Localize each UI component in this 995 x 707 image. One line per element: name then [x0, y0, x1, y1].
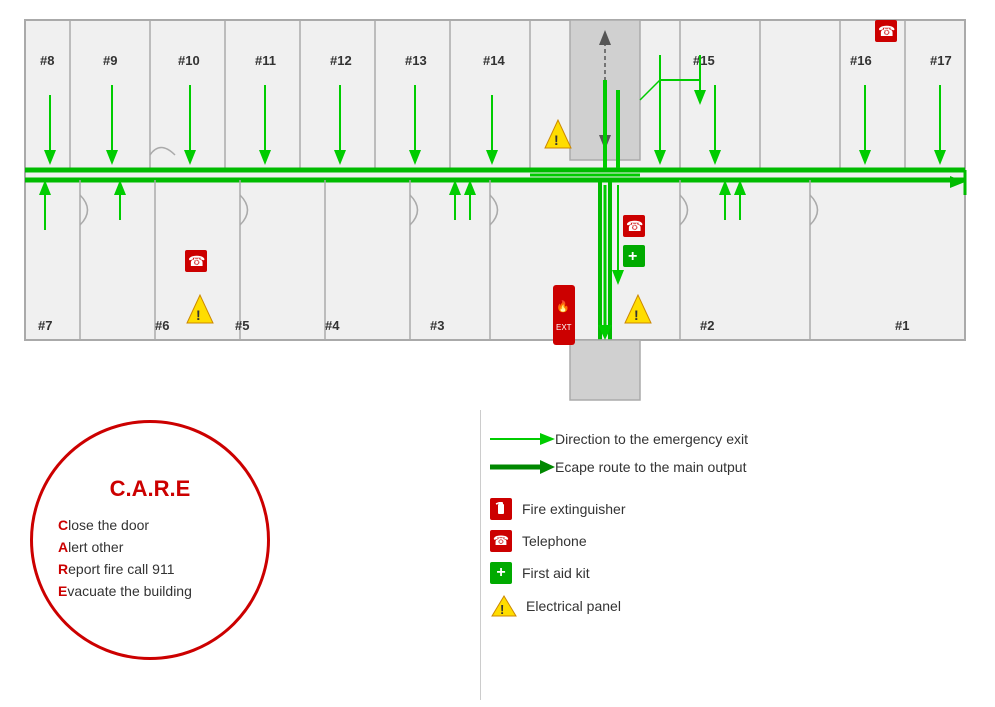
- svg-text:!: !: [554, 132, 559, 148]
- legend-area: Direction to the emergency exit Ecape ro…: [490, 430, 970, 628]
- care-text-e: vacuate the building: [67, 583, 192, 599]
- room-label-15: #15: [693, 53, 715, 68]
- legend-item-firstaid: + First aid kit: [490, 562, 970, 584]
- care-letter-r: R: [58, 561, 68, 577]
- telephone-icon: ☎: [490, 530, 512, 552]
- care-letter-c: C: [58, 517, 68, 533]
- room-label-11: #11: [255, 53, 276, 68]
- svg-text:!: !: [196, 307, 201, 323]
- svg-text:!: !: [634, 307, 639, 323]
- room-label-2: #2: [700, 318, 714, 333]
- room-label-3: #3: [430, 318, 444, 333]
- fire-extinguisher-icon: [490, 498, 512, 520]
- svg-text:☎: ☎: [188, 253, 205, 269]
- svg-text:EXT: EXT: [556, 323, 572, 332]
- legend-item-escape: Ecape route to the main output: [490, 458, 970, 476]
- legend-escape-text: Ecape route to the main output: [555, 459, 746, 475]
- room-label-7: #7: [38, 318, 52, 333]
- care-text-a: lert other: [68, 539, 123, 555]
- legend-item-electrical: ! Electrical panel: [490, 594, 970, 618]
- legend-item-telephone: ☎ Telephone: [490, 530, 970, 552]
- care-text-r: eport fire call 911: [68, 561, 174, 577]
- care-letter-a: A: [58, 539, 68, 555]
- room-label-4: #4: [325, 318, 340, 333]
- legend-firstaid-text: First aid kit: [522, 565, 590, 581]
- care-letter-e: E: [58, 583, 67, 599]
- room-label-8: #8: [40, 53, 54, 68]
- care-line-c: Close the door: [58, 517, 242, 533]
- room-label-6: #6: [155, 318, 169, 333]
- legend-electrical-text: Electrical panel: [526, 598, 621, 614]
- thick-arrow-icon: [490, 458, 555, 476]
- room-label-17: #17: [930, 53, 952, 68]
- svg-text:☎: ☎: [626, 218, 643, 234]
- legend-direction-text: Direction to the emergency exit: [555, 431, 748, 447]
- thin-arrow-icon: [490, 430, 555, 448]
- legend-fire-ext-text: Fire extinguisher: [522, 501, 626, 517]
- svg-text:☎: ☎: [878, 23, 895, 39]
- electrical-panel-icon: !: [490, 594, 518, 618]
- care-circle: C.A.R.E Close the door Alert other Repor…: [30, 420, 270, 660]
- room-label-14: #14: [483, 53, 505, 68]
- care-line-e: Evacuate the building: [58, 583, 242, 599]
- first-aid-icon: +: [490, 562, 512, 584]
- care-title: C.A.R.E: [110, 476, 191, 502]
- room-label-5: #5: [235, 318, 249, 333]
- room-label-16: #16: [850, 53, 872, 68]
- legend-item-fire-ext: Fire extinguisher: [490, 498, 970, 520]
- room-label-13: #13: [405, 53, 427, 68]
- care-line-a: Alert other: [58, 539, 242, 555]
- svg-text:!: !: [500, 602, 504, 617]
- room-label-1: #1: [895, 318, 909, 333]
- room-label-9: #9: [103, 53, 117, 68]
- legend-divider: [480, 410, 481, 700]
- care-text-c: lose the door: [68, 517, 149, 533]
- legend-telephone-text: Telephone: [522, 533, 587, 549]
- svg-text:🔥: 🔥: [556, 300, 570, 313]
- room-label-10: #10: [178, 53, 200, 68]
- svg-text:+: +: [628, 248, 637, 265]
- care-line-r: Report fire call 911: [58, 561, 242, 577]
- room-label-12: #12: [330, 53, 352, 68]
- legend-item-direction: Direction to the emergency exit: [490, 430, 970, 448]
